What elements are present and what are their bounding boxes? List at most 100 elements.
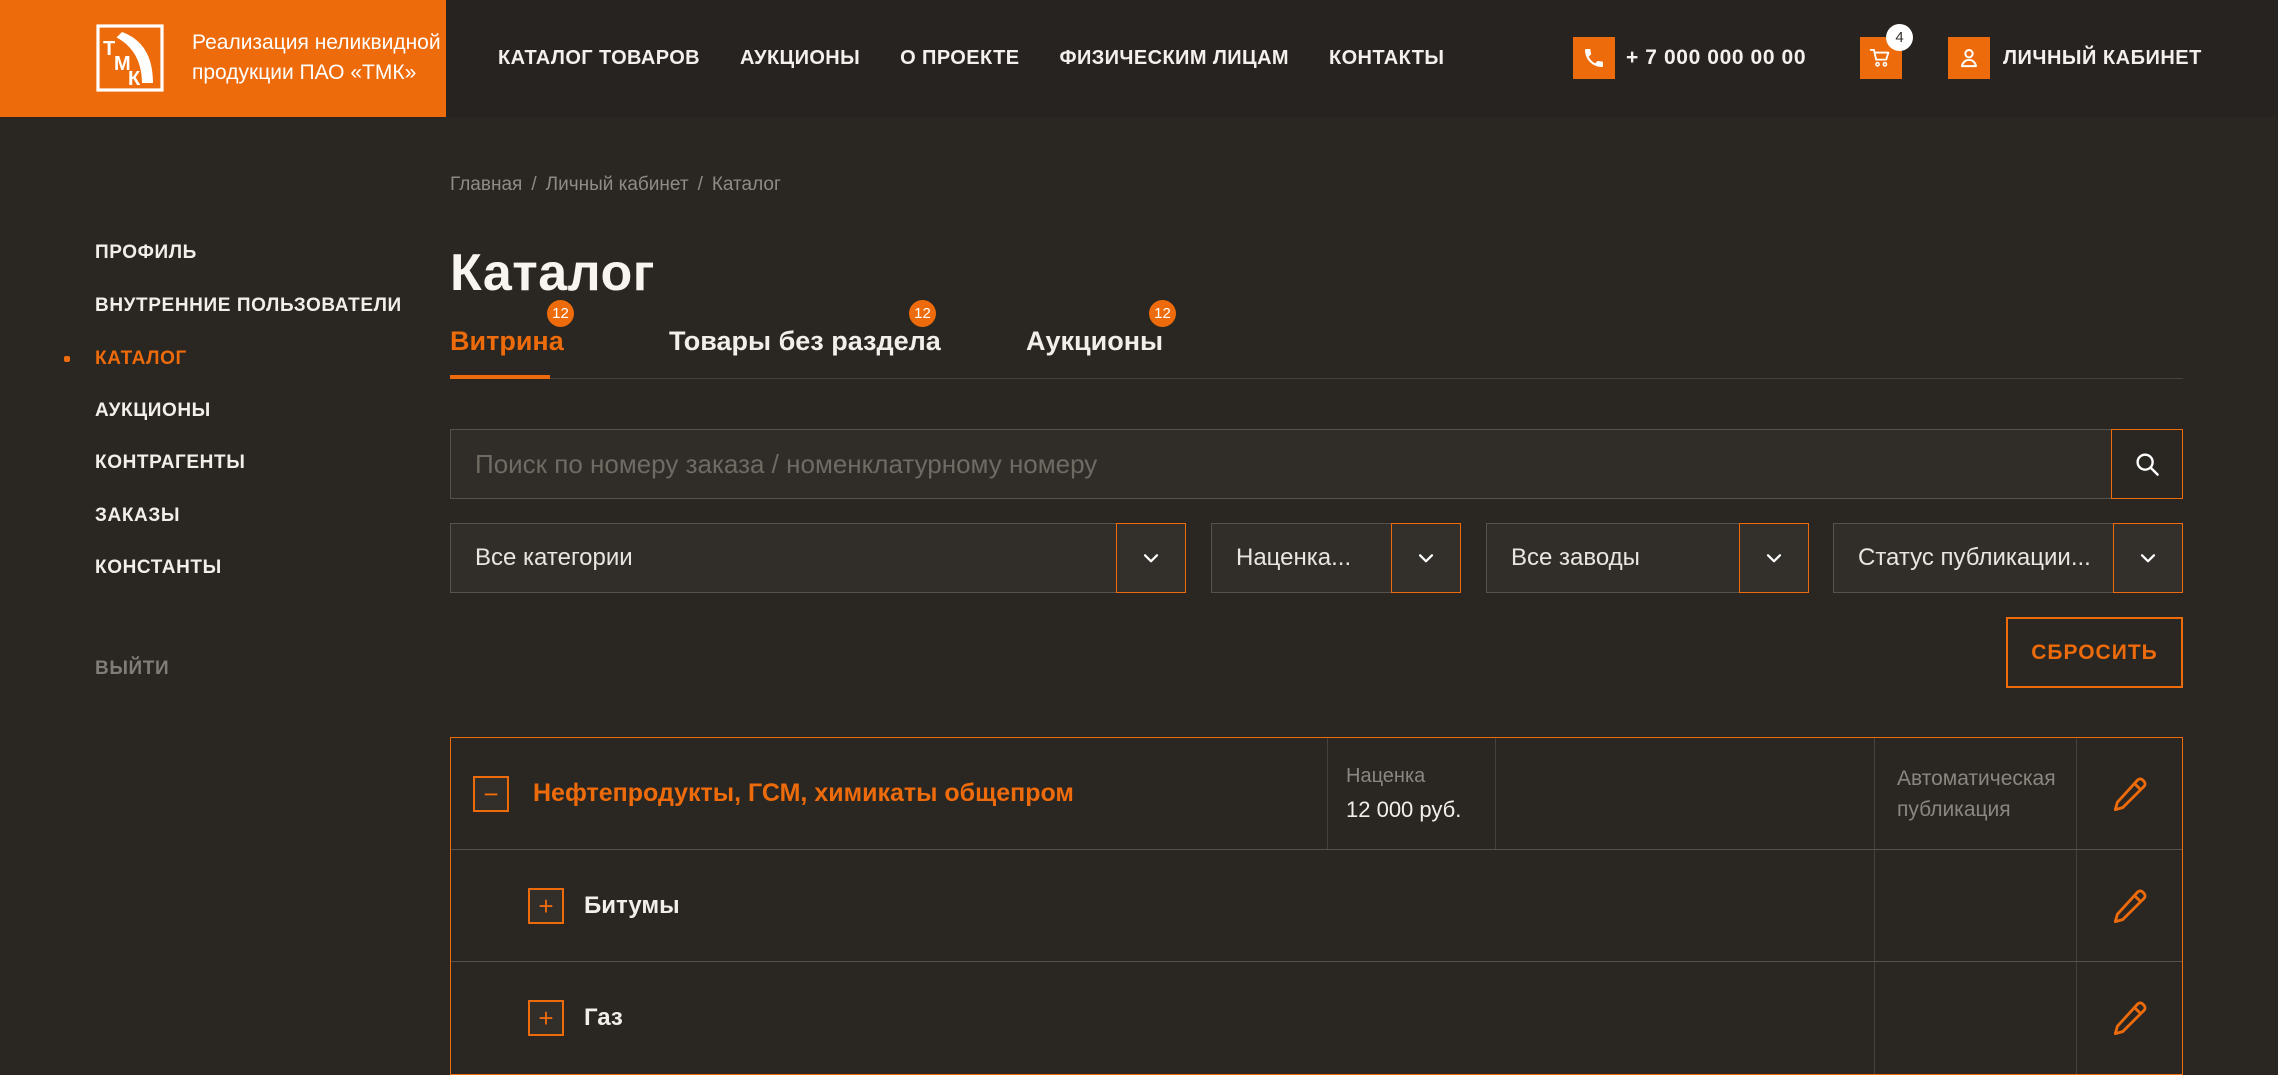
search-button[interactable] xyxy=(2111,429,2183,499)
breadcrumb-home[interactable]: Главная xyxy=(450,174,522,196)
chevron-down-icon xyxy=(1143,554,1159,563)
account-button[interactable] xyxy=(1948,37,1990,79)
category-name[interactable]: Нефтепродукты, ГСМ, химикаты общепром xyxy=(533,779,1074,808)
filter-categories-toggle[interactable] xyxy=(1116,523,1186,593)
subcategory-name: Газ xyxy=(584,1004,623,1031)
filter-categories[interactable]: Все категории xyxy=(450,523,1186,593)
brand-tagline: Реализация неликвидной продукции ПАО «ТМ… xyxy=(192,28,441,88)
edit-cell xyxy=(2076,962,2182,1074)
brand-tagline-line2: продукции ПАО «ТМК» xyxy=(192,61,417,84)
catalog-table: − Нефтепродукты, ГСМ, химикаты общепром … xyxy=(450,737,2183,1075)
cart-button[interactable]: 4 xyxy=(1860,24,1913,79)
expand-subcategory-button[interactable]: + xyxy=(528,887,564,924)
logo-link[interactable]: Т М К Реализация неликвидной продукции П… xyxy=(0,0,446,117)
breadcrumb-separator: / xyxy=(531,174,537,195)
pencil-icon xyxy=(2113,1001,2146,1036)
publication-cell xyxy=(1874,962,2076,1074)
cart-icon xyxy=(1869,48,1890,67)
chevron-down-icon xyxy=(1418,554,1434,563)
sidebar: ПРОФИЛЬ ВНУТРЕННИЕ ПОЛЬЗОВАТЕЛИ КАТАЛОГ … xyxy=(0,117,446,1075)
subcategory-name-cell: + Битумы xyxy=(451,850,1874,961)
filter-plants-value: Все заводы xyxy=(1511,544,1640,571)
filter-publication-status-value: Статус публикации... xyxy=(1858,544,2091,571)
filter-markup-toggle[interactable] xyxy=(1391,523,1461,593)
publication-cell xyxy=(1874,850,2076,961)
breadcrumb-current: Каталог xyxy=(711,174,781,195)
nav-item-auctions[interactable]: АУКЦИОНЫ xyxy=(740,47,860,70)
tab-auctions-badge: 12 xyxy=(1149,300,1176,327)
edit-subcategory-button[interactable] xyxy=(2110,998,2150,1038)
page-title: Каталог xyxy=(450,244,655,302)
top-header: Т М К Реализация неликвидной продукции П… xyxy=(0,0,2278,117)
sidebar-item-catalog[interactable]: КАТАЛОГ xyxy=(64,348,187,370)
page: Т М К Реализация неликвидной продукции П… xyxy=(0,0,2278,1075)
tab-auctions[interactable]: Аукционы xyxy=(1026,326,1163,356)
sidebar-item-profile[interactable]: ПРОФИЛЬ xyxy=(95,242,197,264)
subcategory-name-cell: + Газ xyxy=(451,962,1874,1074)
empty-cell xyxy=(1495,738,1874,849)
chevron-down-icon xyxy=(1766,554,1782,563)
filter-plants[interactable]: Все заводы xyxy=(1486,523,1809,593)
person-icon xyxy=(1960,49,1978,68)
table-row-category: − Нефтепродукты, ГСМ, химикаты общепром … xyxy=(451,738,2182,850)
chevron-down-icon xyxy=(2140,554,2156,563)
sidebar-item-orders[interactable]: ЗАКАЗЫ xyxy=(95,505,180,527)
active-item-dot xyxy=(64,356,70,362)
sidebar-item-auctions[interactable]: АУКЦИОНЫ xyxy=(95,400,211,422)
phone-icon xyxy=(1585,49,1603,67)
nav-item-catalog[interactable]: КАТАЛОГ ТОВАРОВ xyxy=(498,47,700,70)
top-nav: КАТАЛОГ ТОВАРОВ АУКЦИОНЫ О ПРОЕКТЕ ФИЗИЧ… xyxy=(498,0,1444,117)
nav-item-about[interactable]: О ПРОЕКТЕ xyxy=(900,47,1019,70)
breadcrumb-separator: / xyxy=(697,174,703,195)
edit-cell xyxy=(2076,850,2182,961)
sidebar-logout[interactable]: ВЫЙТИ xyxy=(95,658,169,680)
sidebar-item-counterparties[interactable]: КОНТРАГЕНТЫ xyxy=(95,452,245,474)
svg-text:К: К xyxy=(128,68,141,90)
breadcrumb-cabinet[interactable]: Личный кабинет xyxy=(546,174,689,196)
expand-subcategory-button[interactable]: + xyxy=(528,1000,564,1036)
collapse-category-button[interactable]: − xyxy=(473,775,509,812)
tab-vitrina-badge: 12 xyxy=(547,300,574,327)
account-label[interactable]: ЛИЧНЫЙ КАБИНЕТ xyxy=(2003,37,2202,79)
publication-status: Автоматическая публикация xyxy=(1897,766,2056,821)
cart-count-badge: 4 xyxy=(1886,24,1913,51)
edit-cell xyxy=(2076,738,2182,849)
phone-number[interactable]: + 7 000 000 00 00 xyxy=(1626,37,1806,79)
markup-value: 12 000 руб. xyxy=(1346,796,1462,822)
tab-goods-without-section-badge: 12 xyxy=(909,300,936,327)
filter-markup[interactable]: Наценка... xyxy=(1211,523,1461,593)
markup-cell: Наценка 12 000 руб. xyxy=(1327,738,1495,849)
brand-tagline-line1: Реализация неликвидной xyxy=(192,31,441,54)
category-name-cell: − Нефтепродукты, ГСМ, химикаты общепром xyxy=(451,738,1327,849)
tab-goods-without-section[interactable]: Товары без раздела xyxy=(669,326,941,356)
pencil-icon xyxy=(2113,777,2146,811)
nav-item-contacts[interactable]: КОНТАКТЫ xyxy=(1329,47,1444,70)
sidebar-item-catalog-label: КАТАЛОГ xyxy=(95,348,187,369)
pencil-icon xyxy=(2113,889,2146,923)
nav-item-individuals[interactable]: ФИЗИЧЕСКИМ ЛИЦАМ xyxy=(1059,47,1289,70)
reset-filters-button[interactable]: СБРОСИТЬ xyxy=(2006,617,2183,688)
sidebar-item-constants[interactable]: КОНСТАНТЫ xyxy=(95,557,222,579)
search-box xyxy=(450,429,2183,499)
main-content: Главная / Личный кабинет / Каталог Катал… xyxy=(450,117,2183,1075)
edit-category-button[interactable] xyxy=(2110,774,2150,814)
filter-markup-value: Наценка... xyxy=(1236,544,1352,571)
sidebar-item-internal-users[interactable]: ВНУТРЕННИЕ ПОЛЬЗОВАТЕЛИ xyxy=(95,295,402,317)
filter-publication-status[interactable]: Статус публикации... xyxy=(1833,523,2183,593)
search-icon xyxy=(2136,453,2159,476)
tmk-logo-icon: Т М К xyxy=(96,24,164,92)
tabs-divider xyxy=(450,378,2183,379)
filter-categories-value: Все категории xyxy=(475,544,633,571)
publication-cell: Автоматическая публикация xyxy=(1874,738,2076,849)
filter-plants-toggle[interactable] xyxy=(1739,523,1809,593)
active-tab-underline xyxy=(450,375,550,379)
markup-label: Наценка xyxy=(1346,764,1426,787)
edit-subcategory-button[interactable] xyxy=(2110,886,2150,926)
phone-button[interactable] xyxy=(1573,37,1615,79)
filter-publication-status-toggle[interactable] xyxy=(2113,523,2183,593)
table-row-subcategory: + Битумы xyxy=(451,850,2182,962)
breadcrumb: Главная / Личный кабинет / Каталог xyxy=(450,174,781,196)
table-row-subcategory: + Газ xyxy=(451,962,2182,1074)
search-input[interactable] xyxy=(451,430,2091,498)
tab-vitrina[interactable]: Витрина xyxy=(450,326,564,356)
